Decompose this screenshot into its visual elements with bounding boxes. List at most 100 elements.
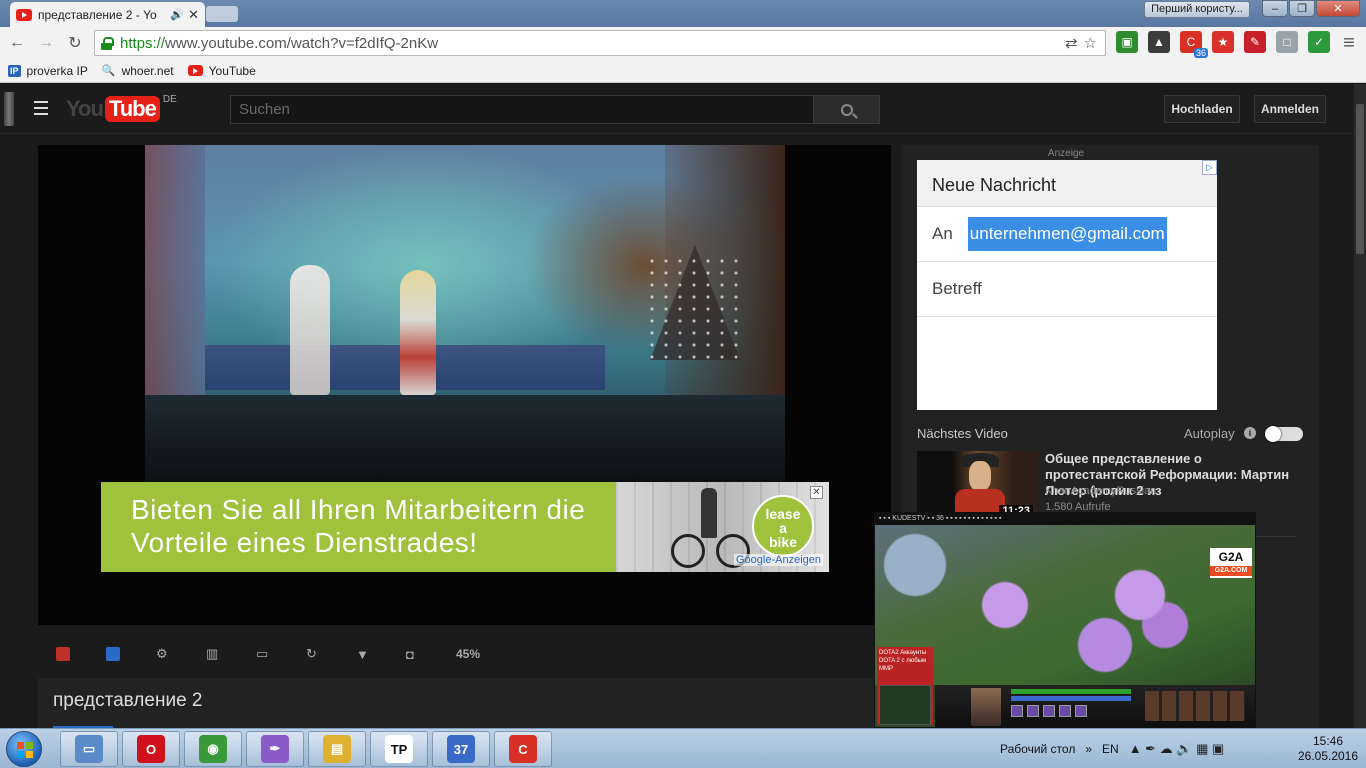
speaker-icon[interactable]: 🔊 [170, 8, 184, 21]
overlay-ad-text[interactable]: Bieten Sie all Ihren Mitarbeitern die Vo… [101, 482, 616, 572]
mail-header: Neue Nachricht [917, 160, 1217, 207]
new-tab-button[interactable] [206, 6, 238, 22]
mail-to-label: An [932, 224, 953, 243]
desktop-toolbar-label[interactable]: Рабочий стол [1000, 742, 1075, 756]
chat-extension-icon[interactable]: □ [1276, 31, 1298, 53]
game-stream-overlay[interactable]: ▪ ▪ ▪ KUDESTV ▪ ▪ 36 ▪ ▪ ▪ ▪ ▪ ▪ ▪ ▪ ▪ ▪… [874, 512, 1256, 728]
bookmark-star-icon[interactable]: ☆ [1084, 34, 1097, 52]
next-video-thumbnail[interactable]: 11:23 [917, 451, 1037, 519]
tv-extension-icon[interactable]: ▣ [1116, 31, 1138, 53]
maximize-button[interactable]: ❐ [1289, 0, 1315, 17]
taskbar-app-4[interactable]: ✒ [246, 731, 304, 767]
reload-button[interactable]: ↻ [64, 32, 86, 54]
browser-toolbar: ← → ↻ https:// www.youtube.com/watch?v=f… [0, 27, 1366, 59]
taskbar-app-6[interactable]: TP [370, 731, 428, 767]
taskbar-app-8[interactable]: C [494, 731, 552, 767]
sidebar-handle[interactable] [4, 92, 14, 126]
c-extension-icon[interactable]: C 36 [1180, 31, 1208, 58]
windows-logo-icon [17, 742, 33, 758]
game-hud [935, 685, 1255, 727]
youtube-icon [187, 65, 203, 76]
autoplay-toggle[interactable] [1265, 426, 1303, 442]
overlay-ad-image[interactable]: lease a bike ✕ Google-Anzeigen [616, 482, 829, 572]
youtube-header: You Tube DE Suchen Hochladen Anmelden [0, 84, 1354, 134]
bookmark-youtube[interactable]: YouTube [187, 64, 256, 78]
google-ads-link[interactable]: Google-Anzeigen [733, 554, 823, 566]
chrome-menu-icon[interactable]: ≡ [1338, 32, 1360, 54]
chevron-icon[interactable]: » [1085, 742, 1092, 756]
volume-percent[interactable]: 45% [456, 644, 506, 664]
hat-extension-icon[interactable]: ▲ [1148, 31, 1170, 53]
settings-button[interactable]: ⚙ [156, 644, 206, 664]
c-app-icon: C [509, 735, 537, 763]
profile-button[interactable]: Перший користу... [1144, 1, 1250, 18]
extensions-bar: ▣ ▲ C 36 ★ ✎ □ ✓ [1116, 31, 1330, 58]
ad-close-icon[interactable]: ✕ [810, 486, 823, 499]
back-button[interactable]: ← [6, 32, 28, 54]
info-icon[interactable]: i [1244, 427, 1256, 439]
feather-app-icon: ✒ [261, 735, 289, 763]
video-player[interactable]: Bieten Sie all Ihren Mitarbeitern die Vo… [38, 145, 891, 625]
screenshot-button[interactable]: ◘ [406, 644, 456, 664]
start-button[interactable] [6, 731, 42, 767]
folder-icon: ▤ [323, 735, 351, 763]
lock-icon [101, 36, 114, 50]
close-window-button[interactable]: ✕ [1316, 0, 1360, 17]
mail-to-value[interactable]: unternehmen@gmail.com [967, 217, 1167, 251]
bookmark-proverka-ip[interactable]: IP proverka IP [8, 64, 88, 78]
minimize-button[interactable]: – [1262, 0, 1288, 17]
shield-extension-icon[interactable]: ✓ [1308, 31, 1330, 53]
mail-subject-row[interactable]: Betreff [917, 262, 1217, 317]
window-titlebar: представление 2 - Yo 🔊 ✕ Перший користу.… [0, 0, 1366, 27]
taskbar-app-7[interactable]: 37 [432, 731, 490, 767]
mail-to-row[interactable]: An unternehmen@gmail.com [917, 207, 1217, 262]
taskbar-app-1[interactable]: ▭ [60, 731, 118, 767]
login-button[interactable]: Anmelden [1254, 95, 1326, 123]
pin-extension-icon[interactable]: ✎ [1244, 31, 1266, 53]
address-bar[interactable]: https:// www.youtube.com/watch?v=f2dIfQ-… [94, 30, 1106, 56]
overlay-ad[interactable]: Bieten Sie all Ihren Mitarbeitern die Vo… [101, 482, 829, 572]
language-indicator[interactable]: EN [1102, 742, 1119, 756]
search-button[interactable] [813, 95, 880, 124]
search-input[interactable]: Suchen [230, 95, 814, 124]
taskbar-app-5[interactable]: ▤ [308, 731, 366, 767]
page-scrollbar[interactable] [1354, 84, 1366, 728]
taskbar-app-3[interactable]: ◉ [184, 731, 242, 767]
url-path: www.youtube.com/watch?v=f2dIfQ-2nKw [165, 34, 439, 52]
red-pin-icon [56, 647, 70, 661]
red-pin-button[interactable] [56, 644, 106, 664]
loop-button[interactable]: ↻ [306, 644, 356, 664]
scroll-thumb[interactable] [1356, 104, 1364, 254]
picture-button[interactable]: ▭ [256, 644, 306, 664]
tab-title: представление 2 - Yo [38, 7, 157, 22]
bookmark-label: whoer.net [121, 63, 174, 78]
tab-youtube[interactable]: представление 2 - Yo 🔊 ✕ [10, 2, 205, 27]
hamburger-menu-icon[interactable] [34, 101, 48, 115]
adchoices-icon[interactable]: ▷ [1202, 160, 1217, 175]
forward-button[interactable]: → [35, 32, 57, 54]
logo-region: DE [162, 93, 177, 105]
search-icon [840, 103, 853, 116]
film-button[interactable]: ▥ [206, 644, 256, 664]
camera-icon: ◘ [406, 646, 414, 662]
tab-close-icon[interactable]: ✕ [188, 7, 199, 23]
star-extension-icon[interactable]: ★ [1212, 31, 1234, 53]
youtube-logo[interactable]: You Tube DE [66, 93, 177, 122]
system-tray: Рабочий стол » EN ▲ ✒ ☁ 🔊 ▦ ▣ [1000, 729, 1224, 768]
ad-label: Anzeige [1047, 148, 1085, 159]
up-next-heading: Nächstes Video [917, 426, 1008, 441]
filter-button[interactable]: ▼ [356, 644, 406, 664]
clock[interactable]: 15:46 26.05.2016 [1296, 734, 1360, 764]
bookmark-label: proverka IP [26, 63, 88, 78]
translate-icon[interactable]: ⇄ [1065, 34, 1078, 52]
image-icon: ▭ [256, 646, 269, 661]
logo-you-text: You [66, 96, 104, 121]
clock-date: 26.05.2016 [1297, 749, 1359, 763]
tray-icons[interactable]: ▲ ✒ ☁ 🔊 ▦ ▣ [1129, 741, 1225, 757]
blue-pin-button[interactable] [106, 644, 156, 664]
bookmark-whoer[interactable]: 🔍 whoer.net [102, 64, 174, 78]
mail-display-ad[interactable]: Neue Nachricht ▷ An unternehmen@gmail.co… [917, 160, 1217, 410]
taskbar-app-2[interactable]: O [122, 731, 180, 767]
percent-value: 45% [456, 647, 481, 661]
upload-button[interactable]: Hochladen [1164, 95, 1240, 123]
